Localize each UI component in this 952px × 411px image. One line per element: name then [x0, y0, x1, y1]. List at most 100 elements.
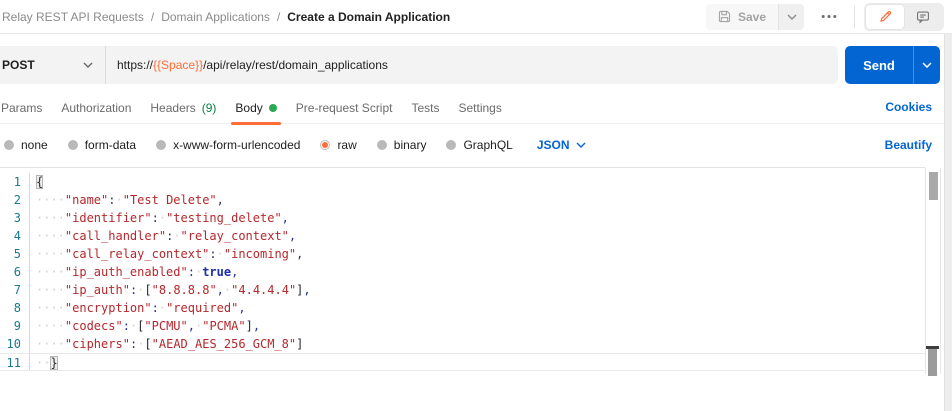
tab-label: Pre-request Script	[296, 101, 393, 115]
radio-label: binary	[394, 138, 427, 152]
tab-label: Headers	[150, 101, 195, 115]
format-select-value: JSON	[537, 138, 570, 152]
radio-label: none	[21, 138, 48, 152]
request-tabs: Params Authorization Headers (9) Body Pre…	[0, 92, 944, 124]
line-number: 4	[0, 227, 30, 245]
save-options-chevron[interactable]	[778, 4, 804, 30]
url-variable: {{Space}}	[153, 58, 203, 72]
body-filled-dot	[269, 104, 277, 112]
code-line[interactable]: 8····"encryption":·"required",	[0, 299, 925, 317]
code-line[interactable]: 11··}	[0, 353, 925, 371]
breadcrumb-folder[interactable]: Domain Applications	[161, 10, 270, 24]
line-number: 6	[0, 263, 30, 281]
page-scrollbar-strip[interactable]	[944, 34, 952, 411]
method-selector[interactable]: POST	[0, 46, 106, 84]
tab-label: Authorization	[61, 101, 131, 115]
beautify-link[interactable]: Beautify	[885, 138, 932, 152]
tab-label: Params	[1, 101, 42, 115]
body-type-options: none form-data x-www-form-urlencoded raw…	[4, 131, 586, 159]
more-horizontal-icon	[821, 14, 837, 19]
send-options-chevron[interactable]	[914, 46, 940, 84]
body-code-editor[interactable]: 1{2····"name":·"Test Delete",3····"ident…	[0, 167, 925, 371]
code-line[interactable]: 1{	[0, 173, 925, 191]
more-actions-button[interactable]	[813, 8, 845, 25]
radio-icon	[377, 140, 387, 150]
send-button-group: Send	[845, 46, 940, 84]
line-number: 7	[0, 281, 30, 299]
tab-headers[interactable]: Headers (9)	[150, 92, 216, 123]
tab-body[interactable]: Body	[235, 92, 276, 123]
radio-binary[interactable]: binary	[377, 138, 427, 152]
radio-icon	[4, 140, 14, 150]
raw-format-select[interactable]: JSON	[537, 138, 586, 152]
save-icon	[718, 10, 731, 23]
radio-none[interactable]: none	[4, 138, 48, 152]
code-line[interactable]: 3····"identifier":·"testing_delete",	[0, 209, 925, 227]
tab-settings[interactable]: Settings	[459, 92, 502, 123]
send-button[interactable]: Send	[845, 46, 914, 84]
code-line[interactable]: 6····"ip_auth_enabled":·true,	[0, 263, 925, 281]
breadcrumb: Relay REST API Requests / Domain Applica…	[2, 10, 450, 24]
radio-label: x-www-form-urlencoded	[173, 138, 300, 152]
radio-raw[interactable]: raw	[320, 138, 356, 152]
tab-label: Body	[235, 101, 262, 115]
breadcrumb-separator: /	[277, 10, 280, 24]
code-line[interactable]: 4····"call_handler":·"relay_context",	[0, 227, 925, 245]
tab-params[interactable]: Params	[1, 92, 42, 123]
line-number: 2	[0, 191, 30, 209]
code-line[interactable]: 9····"codecs":·["PCMU",·"PCMA"],	[0, 317, 925, 335]
save-button[interactable]: Save	[706, 4, 778, 30]
code-line[interactable]: 2····"name":·"Test Delete",	[0, 191, 925, 209]
code-lines: 1{2····"name":·"Test Delete",3····"ident…	[0, 173, 925, 371]
send-button-label: Send	[863, 58, 895, 73]
pencil-icon	[879, 10, 892, 23]
radio-selected-icon	[320, 140, 330, 150]
tab-label: Tests	[411, 101, 439, 115]
code-line[interactable]: 7····"ip_auth":·["8.8.8.8",·"4.4.4.4"],	[0, 281, 925, 299]
radio-icon	[68, 140, 78, 150]
line-number: 1	[0, 173, 30, 191]
tab-label: Settings	[459, 101, 502, 115]
header-divider	[854, 6, 855, 28]
radio-x-www-form-urlencoded[interactable]: x-www-form-urlencoded	[156, 138, 300, 152]
tab-authorization[interactable]: Authorization	[61, 92, 131, 123]
url-input[interactable]: https://{{Space}}/api/relay/rest/domain_…	[106, 58, 388, 72]
request-title: Create a Domain Application	[287, 10, 450, 24]
method-label: POST	[2, 58, 35, 72]
line-number: 5	[0, 245, 30, 263]
chevron-down-icon	[787, 14, 797, 20]
header-actions: Save	[706, 3, 944, 31]
editor-scrollbar-thumb[interactable]	[929, 172, 938, 200]
request-header: Relay REST API Requests / Domain Applica…	[0, 0, 952, 34]
radio-label: GraphQL	[463, 138, 512, 152]
cookies-link[interactable]: Cookies	[885, 100, 932, 114]
radio-label: raw	[337, 138, 356, 152]
url-path: /api/relay/rest/domain_applications	[203, 58, 388, 72]
tab-tests[interactable]: Tests	[411, 92, 439, 123]
edit-pane-button[interactable]	[866, 5, 904, 29]
line-number: 11	[0, 354, 30, 370]
radio-label: form-data	[85, 138, 136, 152]
breadcrumb-separator: /	[151, 10, 154, 24]
radio-graphql[interactable]: GraphQL	[446, 138, 512, 152]
right-pane-toggle	[864, 3, 944, 31]
comments-pane-button[interactable]	[904, 5, 942, 29]
line-number: 9	[0, 317, 30, 335]
line-number: 10	[0, 335, 30, 353]
radio-form-data[interactable]: form-data	[68, 138, 136, 152]
line-number: 3	[0, 209, 30, 227]
editor-scrollbar-bottom-thumb[interactable]	[928, 349, 937, 376]
code-line[interactable]: 10····"ciphers":·["AEAD_AES_256_GCM_8"]	[0, 335, 925, 353]
chevron-down-icon	[922, 62, 932, 68]
tab-pre-request-script[interactable]: Pre-request Script	[296, 92, 393, 123]
url-bar: POST https://{{Space}}/api/relay/rest/do…	[0, 46, 838, 84]
code-line[interactable]: 5····"call_relay_context":·"incoming",	[0, 245, 925, 263]
save-button-label: Save	[738, 10, 766, 24]
headers-count-badge: (9)	[202, 101, 217, 115]
line-number: 8	[0, 299, 30, 317]
breadcrumb-collection[interactable]: Relay REST API Requests	[2, 10, 144, 24]
comment-icon	[916, 10, 930, 24]
url-prefix: https://	[117, 58, 153, 72]
save-button-group: Save	[706, 4, 804, 30]
chevron-down-icon	[83, 62, 93, 68]
